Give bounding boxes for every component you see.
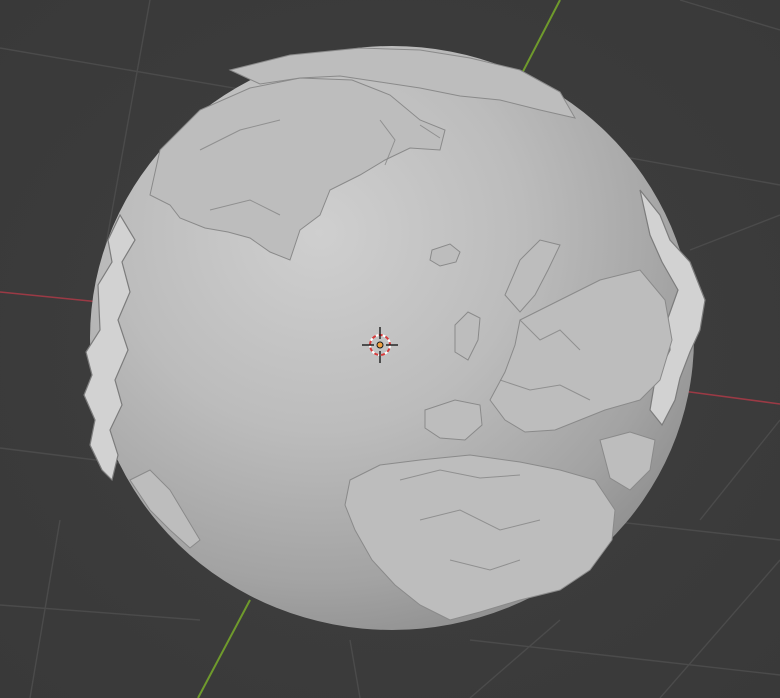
viewport-scene[interactable] [0, 0, 780, 698]
3d-viewport[interactable] [0, 0, 780, 698]
object-origin-dot [376, 341, 384, 349]
